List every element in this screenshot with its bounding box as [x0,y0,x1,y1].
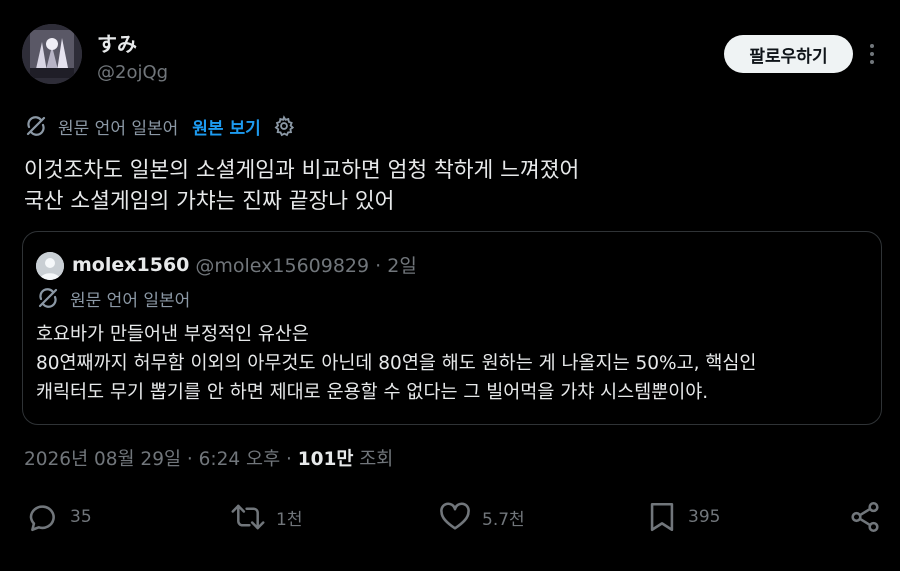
follow-button[interactable]: 팔로우하기 [724,35,853,73]
like-button[interactable]: 5.7천 [438,500,525,534]
timestamp[interactable]: 2026년 08월 29일 · 6:24 오후 · [24,449,298,470]
quote-original-language: 원문 언어 일본어 [70,290,191,311]
reply-icon [26,500,70,534]
quote-author-name[interactable]: molex1560 [72,254,189,276]
show-original-link[interactable]: 원본 보기 [192,114,260,139]
translation-bar: 원문 언어 일본어 원본 보기 [24,112,295,140]
reply-count: 35 [70,507,92,527]
bookmark-count: 395 [688,507,721,527]
share-button[interactable] [848,500,892,534]
tweet-text: 이것조차도 일본의 소셜게임과 비교하면 엄청 착하게 느껴졌어 국산 소셜게임… [24,155,874,217]
quote-translation-bar: 원문 언어 일본어 [36,285,190,311]
translate-icon [36,286,60,310]
reply-button[interactable]: 35 [26,500,92,534]
gear-icon[interactable] [273,115,295,137]
author-avatar[interactable] [22,24,82,84]
quote-meta: @molex15609829 · 2일 [195,255,417,277]
quote-line: 호요바가 만들어낸 부정적인 유산은 [36,324,309,345]
translate-icon [24,114,48,138]
quote-text: 호요바가 만들어낸 부정적인 유산은 80연째까지 허무함 이외의 아무것도 아… [36,320,876,407]
like-icon [438,500,482,534]
quote-header: molex1560 @molex15609829 · 2일 [72,251,417,278]
author-name[interactable]: すみ [97,28,137,57]
share-icon [848,500,892,534]
repost-icon [230,500,276,534]
repost-count: 1천 [276,509,303,530]
tweet-line: 이것조차도 일본의 소셜게임과 비교하면 엄청 착하게 느껴졌어 [24,158,580,183]
original-language-label: 원문 언어 일본어 [58,118,179,139]
like-count: 5.7천 [482,509,525,530]
bookmark-icon [646,500,688,534]
view-label: 조회 [353,449,394,470]
timestamp-row: 2026년 08월 29일 · 6:24 오후 · 101만 조회 [24,445,393,471]
quote-avatar[interactable] [36,252,64,280]
more-icon[interactable] [864,40,880,68]
tweet-line: 국산 소셜게임의 가챠는 진짜 끝장나 있어 [24,189,395,214]
author-handle[interactable]: @2ojQg [97,62,168,83]
bookmark-button[interactable]: 395 [646,500,720,534]
quote-line: 80연째까지 허무함 이외의 아무것도 아닌데 80연을 해도 원하는 게 나올… [36,353,757,374]
quote-line: 캐릭터도 무기 뽑기를 안 하면 제대로 운용할 수 없다는 그 빌어먹을 가챠… [36,382,709,403]
view-count: 101만 [297,449,354,470]
repost-button[interactable]: 1천 [230,500,302,534]
